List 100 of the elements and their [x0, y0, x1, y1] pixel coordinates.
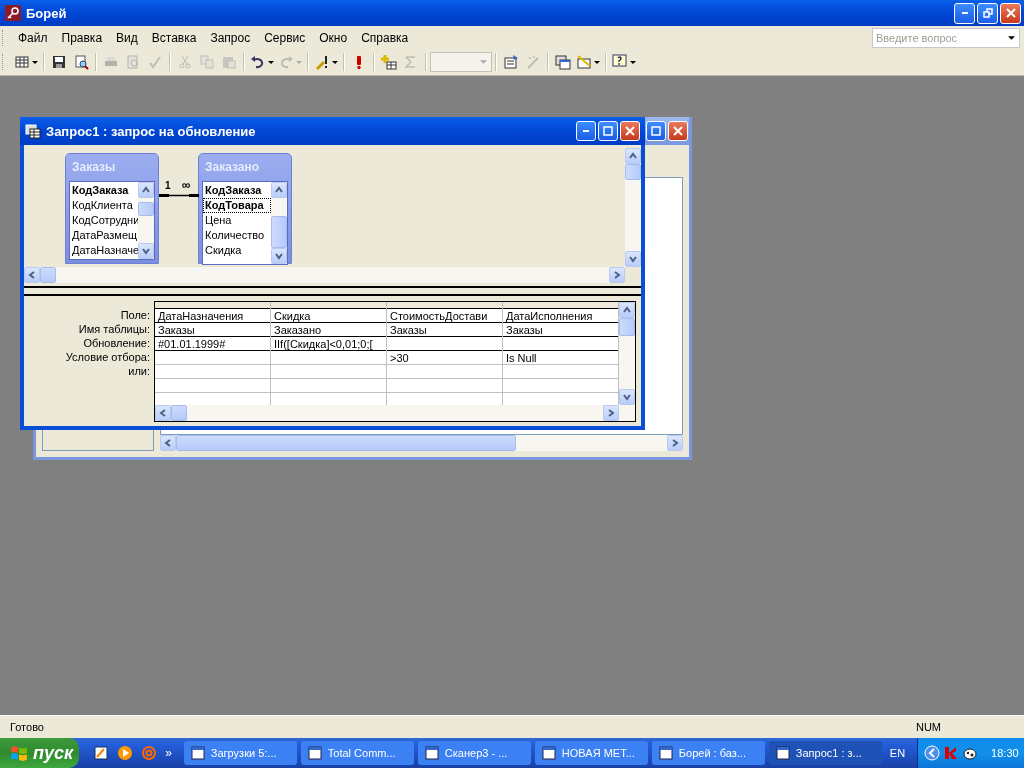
- field-item[interactable]: ДатаРазмещ: [70, 228, 138, 243]
- scroll-thumb[interactable]: [271, 216, 287, 248]
- grid-cell[interactable]: Заказы: [387, 323, 502, 337]
- grid-cell[interactable]: Заказано: [271, 323, 386, 337]
- help-search-field[interactable]: Введите вопрос: [872, 27, 1020, 48]
- scroll-right-button[interactable]: [609, 267, 625, 283]
- scroll-right-button[interactable]: [667, 435, 683, 451]
- vertical-scrollbar[interactable]: [271, 182, 287, 264]
- grid-cell[interactable]: Скидка: [271, 309, 386, 323]
- pane-splitter[interactable]: [24, 286, 641, 296]
- scroll-left-button[interactable]: [155, 405, 171, 421]
- help-search-input[interactable]: Введите вопрос: [873, 31, 1004, 44]
- close-button[interactable]: [620, 121, 640, 141]
- field-item[interactable]: Количество: [203, 228, 271, 243]
- close-icon: [673, 126, 683, 136]
- language-indicator[interactable]: EN: [885, 747, 914, 759]
- maximize-button[interactable]: [598, 121, 618, 141]
- grid-cell[interactable]: Заказы: [503, 323, 618, 337]
- menu-item[interactable]: Вид: [110, 28, 146, 47]
- scroll-down-button[interactable]: [271, 248, 287, 264]
- close-button[interactable]: [668, 121, 688, 141]
- grid-cell[interactable]: Заказы: [155, 323, 270, 337]
- scroll-down-button[interactable]: [619, 389, 635, 405]
- menu-item[interactable]: Вставка: [145, 28, 205, 47]
- column-selector[interactable]: [387, 302, 502, 309]
- field-item[interactable]: КодТовара: [203, 198, 271, 213]
- more-button[interactable]: »: [165, 746, 172, 760]
- taskbar-button[interactable]: НОВАЯ МЕТ...: [534, 741, 648, 765]
- scroll-thumb[interactable]: [625, 164, 641, 180]
- scroll-up-button[interactable]: [271, 182, 287, 198]
- horizontal-scrollbar[interactable]: [24, 267, 625, 283]
- field-item[interactable]: КодЗаказа: [203, 183, 271, 198]
- media-player-icon[interactable]: [117, 745, 134, 761]
- grid-cell[interactable]: Is Null: [503, 351, 618, 365]
- maximize-button[interactable]: [646, 121, 666, 141]
- menu-item[interactable]: Правка: [55, 28, 111, 47]
- cow-icon[interactable]: [962, 745, 979, 761]
- vertical-scrollbar[interactable]: [138, 182, 154, 259]
- field-item[interactable]: Цена: [203, 213, 271, 228]
- scroll-thumb[interactable]: [176, 435, 516, 451]
- start-button[interactable]: пуск: [0, 738, 80, 768]
- menu-item[interactable]: Сервис: [258, 28, 314, 47]
- menu-item[interactable]: Запрос: [204, 28, 259, 47]
- chevron-left-icon[interactable]: [924, 745, 941, 761]
- row-label: или:: [128, 364, 150, 378]
- scroll-up-button[interactable]: [619, 302, 635, 318]
- taskbar-button[interactable]: Сканер3 - ...: [417, 741, 531, 765]
- column-selector[interactable]: [503, 302, 618, 309]
- field-item[interactable]: КодЗаказа: [70, 183, 138, 198]
- scroll-thumb[interactable]: [171, 405, 187, 421]
- grid-cell[interactable]: >30: [387, 351, 502, 365]
- menu-item[interactable]: Окно: [313, 28, 356, 47]
- scroll-thumb[interactable]: [619, 318, 635, 336]
- field-item[interactable]: КодКлиента: [70, 198, 138, 213]
- scroll-thumb[interactable]: [138, 202, 154, 216]
- vertical-scrollbar[interactable]: [619, 302, 635, 405]
- notepad-icon[interactable]: [93, 745, 110, 761]
- scroll-down-button[interactable]: [625, 251, 641, 267]
- taskbar-button[interactable]: Борей : баз...: [651, 741, 765, 765]
- menu-item[interactable]: Справка: [355, 28, 417, 47]
- window-icon: [306, 745, 323, 761]
- taskbar-button[interactable]: Загрузки 5:...: [183, 741, 297, 765]
- field-item[interactable]: ДатаНазначе: [70, 243, 138, 258]
- caret-icon: [32, 60, 38, 64]
- minimize-button[interactable]: [954, 2, 975, 24]
- close-button[interactable]: [1000, 2, 1021, 24]
- grid-cell[interactable]: ДатаНазначения: [155, 309, 270, 323]
- row-label: Поле:: [120, 308, 150, 322]
- scroll-up-button[interactable]: [625, 148, 641, 164]
- grid-cell[interactable]: IIf([Скидка]<0,01;0;[: [271, 337, 386, 351]
- dropdown-arrow-icon[interactable]: [1008, 35, 1015, 40]
- grid-cell[interactable]: #01.01.1999#: [155, 337, 270, 351]
- scroll-left-button[interactable]: [160, 435, 176, 451]
- minimize-button[interactable]: [576, 121, 596, 141]
- vertical-scrollbar[interactable]: [625, 148, 641, 267]
- column-selector[interactable]: [155, 302, 270, 309]
- menu-item[interactable]: Файл: [12, 28, 56, 47]
- scroll-up-button[interactable]: [138, 182, 154, 198]
- scroll-thumb[interactable]: [40, 267, 56, 283]
- minimize-icon: [961, 12, 968, 14]
- taskbar-button[interactable]: Total Comm...: [300, 741, 414, 765]
- taskbar-button[interactable]: Запрос1 : з...: [768, 741, 882, 765]
- scroll-down-button[interactable]: [138, 243, 154, 259]
- caret-icon: [268, 60, 274, 64]
- preview-icon: [73, 54, 89, 70]
- field-item[interactable]: Скидка: [203, 243, 271, 258]
- row-label: Имя таблицы:: [78, 322, 150, 336]
- window-icon: [540, 745, 557, 761]
- restore-button[interactable]: [977, 2, 998, 24]
- field-list-window[interactable]: Заказы КодЗаказа КодКлиента КодСотрудни ДатаРазмещ ДатаНазначе: [65, 153, 159, 264]
- grid-cell[interactable]: СтоимостьДостави: [387, 309, 502, 323]
- column-selector[interactable]: [271, 302, 386, 309]
- horizontal-scrollbar[interactable]: [160, 435, 683, 451]
- field-list-window[interactable]: Заказано КодЗаказа КодТовара Цена Количество Скидка: [198, 153, 292, 264]
- scroll-left-button[interactable]: [24, 267, 40, 283]
- horizontal-scrollbar[interactable]: [155, 405, 619, 421]
- grid-cell[interactable]: ДатаИсполнения: [503, 309, 618, 323]
- field-item[interactable]: КодСотрудни: [70, 213, 138, 228]
- relationship-one-label: 1: [165, 180, 171, 191]
- scroll-right-button[interactable]: [603, 405, 619, 421]
